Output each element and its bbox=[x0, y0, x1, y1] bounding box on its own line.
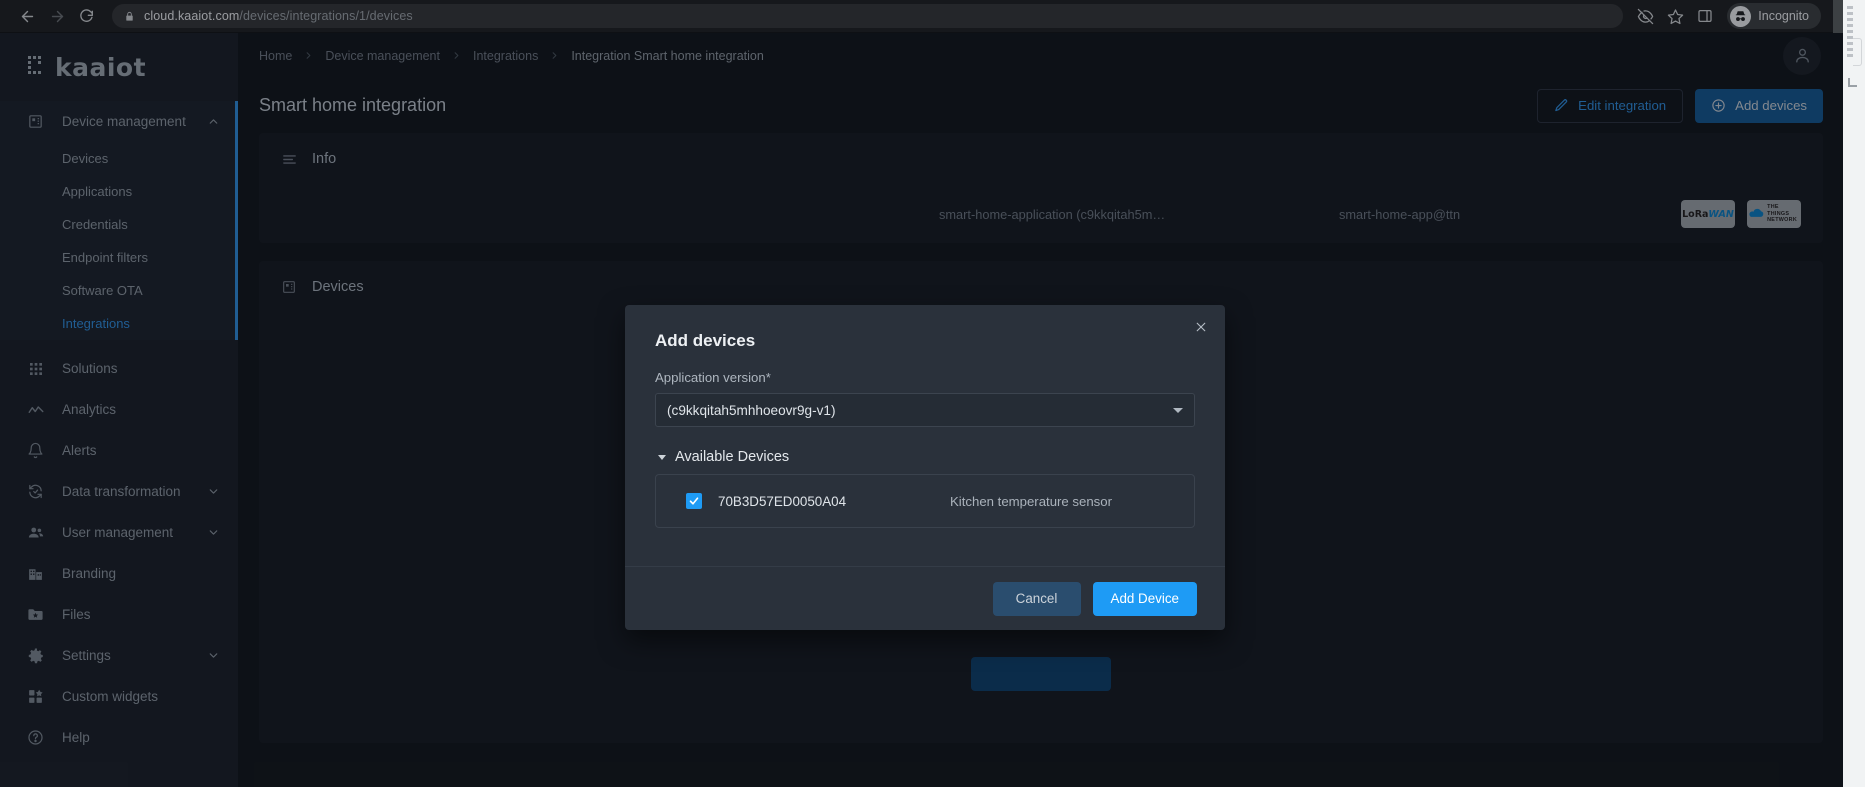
panel-corner-decoration bbox=[1848, 78, 1857, 87]
available-devices-label: Available Devices bbox=[675, 449, 790, 465]
toolbar-edge-strip bbox=[1833, 0, 1843, 33]
device-id: 70B3D57ED0050A04 bbox=[718, 493, 847, 509]
dialog-body: Add devices Application version* (c9kkqi… bbox=[625, 305, 1225, 566]
application-version-value: (c9kkqitah5mhhoeovr9g-v1) bbox=[667, 402, 836, 418]
add-device-label: Add Device bbox=[1110, 591, 1179, 606]
available-devices-toggle[interactable]: Available Devices bbox=[658, 449, 1195, 465]
device-name: Kitchen temperature sensor bbox=[950, 493, 1112, 509]
dialog-title: Add devices bbox=[655, 331, 756, 350]
dialog-footer: Cancel Add Device bbox=[625, 566, 1225, 630]
device-checkbox[interactable] bbox=[686, 493, 702, 509]
close-icon[interactable] bbox=[1189, 315, 1213, 339]
add-devices-dialog: Add devices Application version* (c9kkqi… bbox=[625, 305, 1225, 630]
caret-down-icon bbox=[658, 454, 666, 460]
check-icon bbox=[689, 497, 699, 505]
right-panel-gutter bbox=[1843, 0, 1865, 787]
panel-bracket-decoration bbox=[1853, 38, 1862, 66]
cancel-label: Cancel bbox=[1015, 591, 1058, 606]
device-list-item[interactable]: 70B3D57ED0050A04 Kitchen temperature sen… bbox=[656, 479, 1194, 523]
available-devices-list: 70B3D57ED0050A04 Kitchen temperature sen… bbox=[655, 474, 1195, 528]
add-device-submit-button[interactable]: Add Device bbox=[1092, 581, 1197, 616]
caret-down-icon bbox=[1173, 407, 1183, 413]
application-version-select[interactable]: (c9kkqitah5mhhoeovr9g-v1) bbox=[655, 393, 1195, 427]
cancel-button[interactable]: Cancel bbox=[992, 581, 1081, 616]
application-version-label: Application version* bbox=[655, 370, 771, 385]
